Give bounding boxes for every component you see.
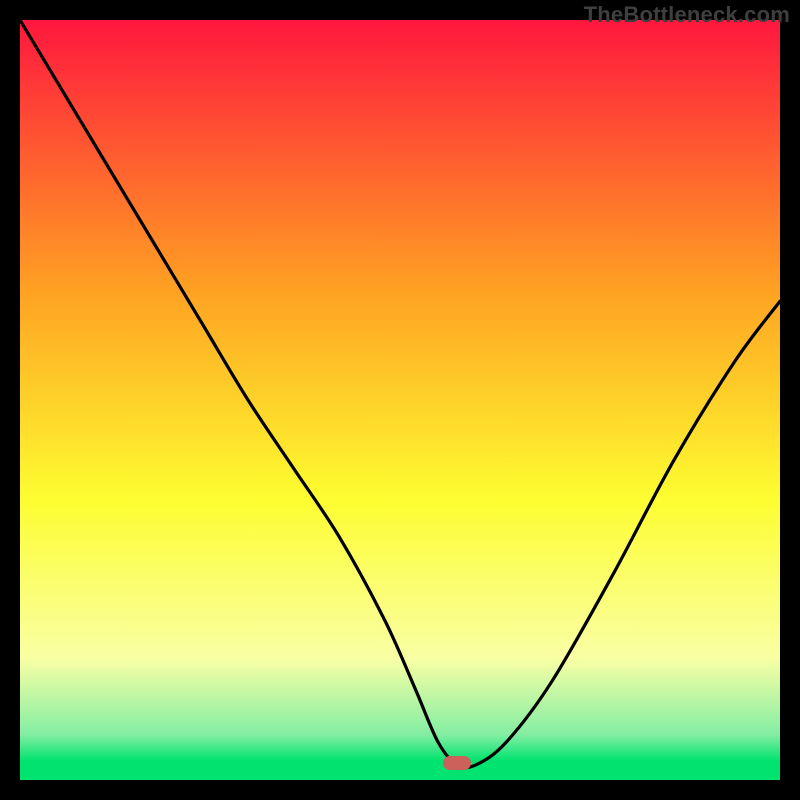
plot-area [20, 20, 780, 780]
chart-frame: TheBottleneck.com [0, 0, 800, 800]
bottleneck-curve [20, 20, 780, 780]
optimum-marker [443, 756, 471, 770]
watermark-text: TheBottleneck.com [584, 2, 790, 28]
